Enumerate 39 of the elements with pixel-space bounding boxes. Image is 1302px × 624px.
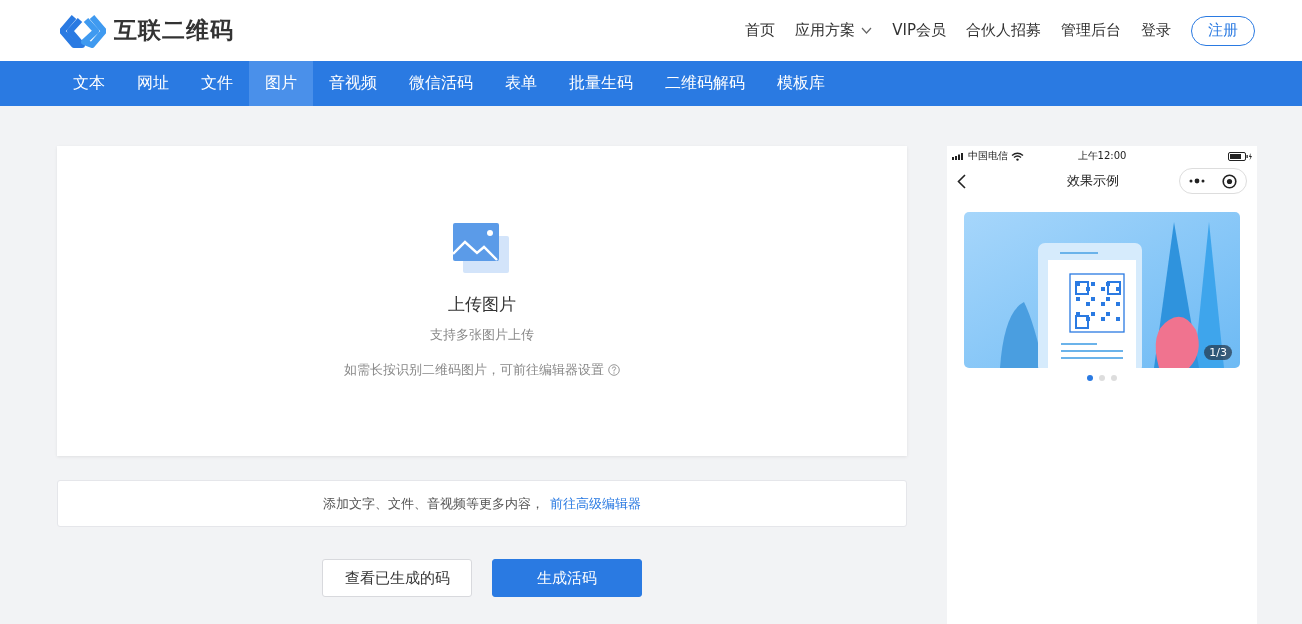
generate-code-button[interactable]: 生成活码: [492, 559, 642, 597]
more-dots-icon[interactable]: [1188, 178, 1205, 184]
signal-icon: [952, 152, 965, 160]
more-content-text: 添加文字、文件、音视频等更多内容，: [323, 494, 544, 513]
nav-link[interactable]: 首页: [745, 21, 776, 40]
upload-subtitle: 支持多张图片上传: [430, 326, 534, 344]
nav-link[interactable]: 管理后台: [1061, 21, 1121, 40]
wifi-icon: [1011, 151, 1024, 161]
nav-link[interactable]: 合伙人招募: [966, 21, 1041, 40]
register-button[interactable]: 注册: [1191, 15, 1255, 46]
tab[interactable]: 音视频: [313, 61, 393, 106]
nav-link[interactable]: 登录: [1141, 21, 1171, 40]
battery-icon: [1228, 151, 1252, 161]
logo-text[interactable]: 互联二维码: [114, 15, 234, 46]
tab[interactable]: 文本: [57, 61, 121, 106]
carousel-dot[interactable]: [1087, 375, 1093, 381]
slide-counter: 1/3: [1204, 345, 1232, 360]
upload-title: 上传图片: [448, 293, 516, 316]
carrier-name: 中国电信: [968, 149, 1008, 163]
tab[interactable]: 模板库: [761, 61, 841, 106]
advanced-editor-link[interactable]: 前往高级编辑器: [550, 494, 641, 513]
status-time: 上午12:00: [1077, 150, 1127, 161]
tab[interactable]: 二维码解码: [649, 61, 761, 106]
editor-hint: 如需长按识别二维码图片，可前往编辑器设置: [344, 361, 604, 379]
tab[interactable]: 图片: [249, 61, 313, 106]
tab[interactable]: 微信活码: [393, 61, 489, 106]
tab[interactable]: 文件: [185, 61, 249, 106]
tab[interactable]: 批量生码: [553, 61, 649, 106]
tab[interactable]: 表单: [489, 61, 553, 106]
logo-icon: [60, 13, 106, 48]
view-codes-button[interactable]: 查看已生成的码: [322, 559, 472, 597]
nav-link[interactable]: VIP会员: [892, 21, 946, 40]
image-upload-icon[interactable]: [453, 223, 511, 275]
page-title: 效果示例: [1065, 172, 1120, 190]
carousel-dot[interactable]: [1099, 375, 1105, 381]
nav-link[interactable]: 应用方案: [795, 21, 873, 40]
carousel-dot[interactable]: [1111, 375, 1117, 381]
help-icon[interactable]: [608, 364, 620, 376]
tab[interactable]: 网址: [121, 61, 185, 106]
